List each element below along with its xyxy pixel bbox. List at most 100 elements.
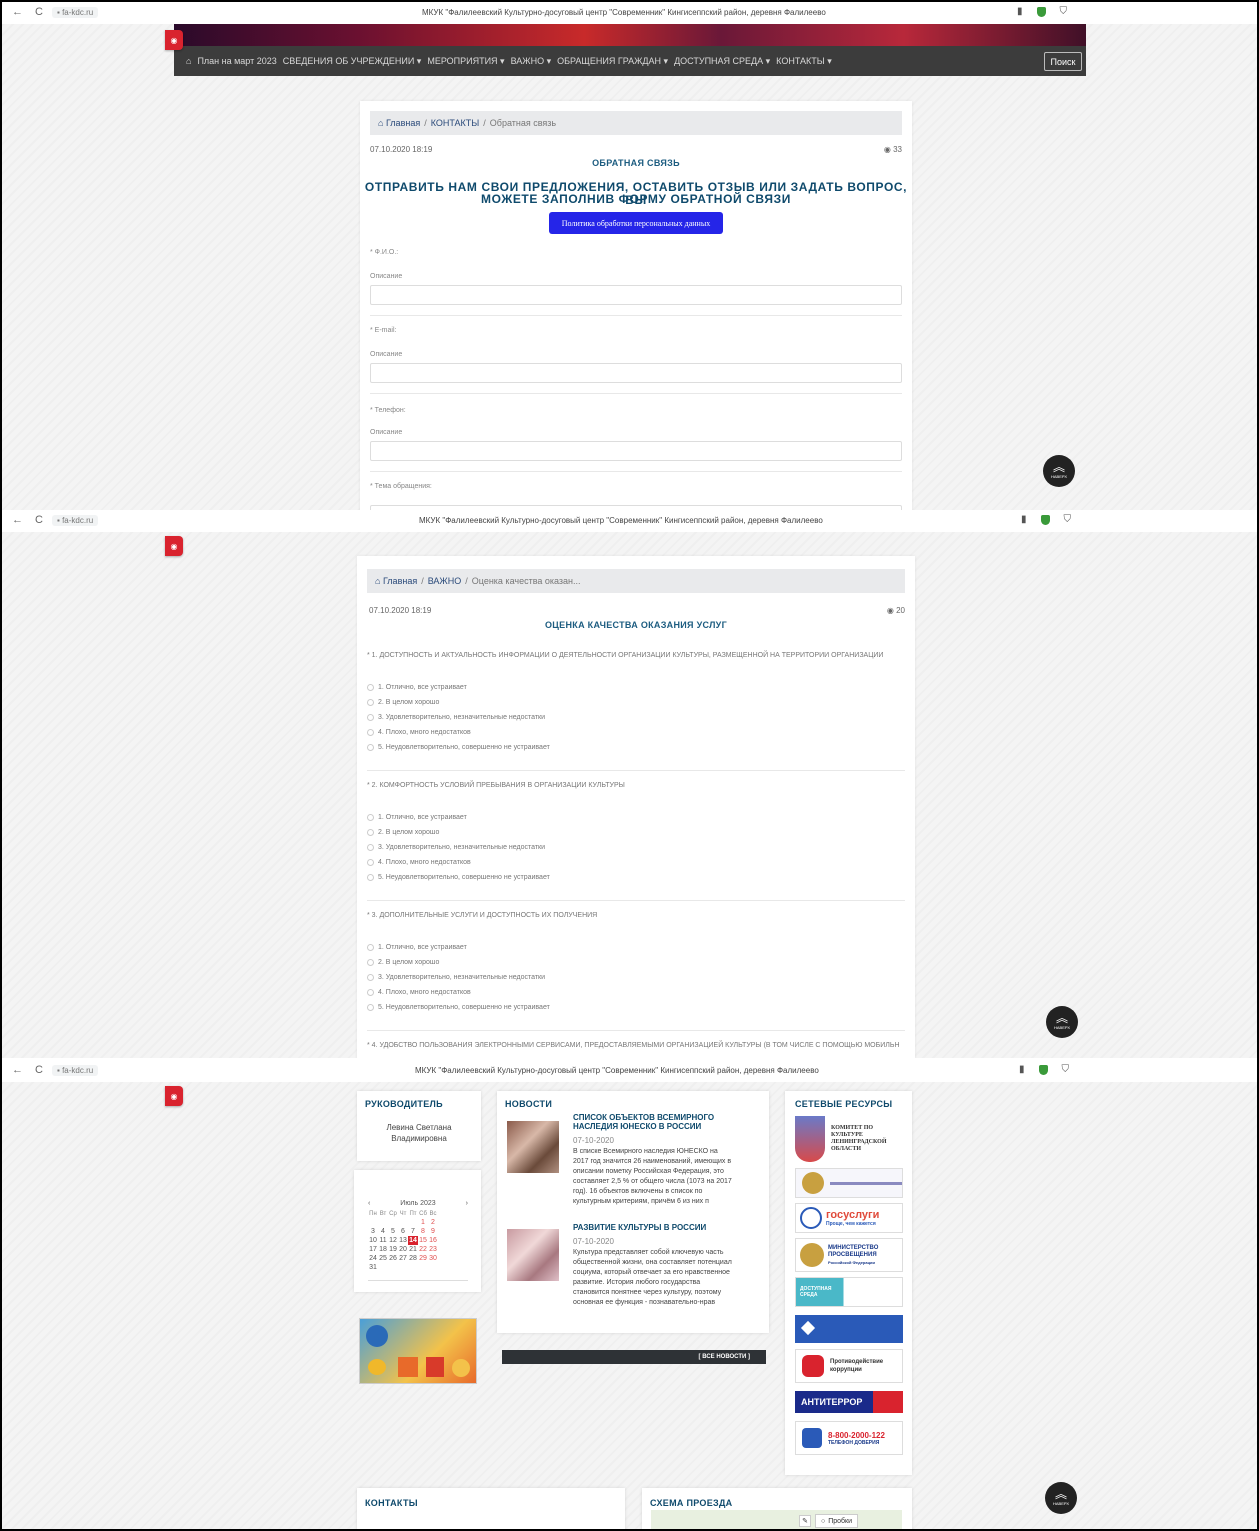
scroll-up-button[interactable]: ︽ НАВЕРХ (1046, 1006, 1078, 1038)
accessibility-eye-icon[interactable]: ◉ (165, 1086, 183, 1106)
reload-icon[interactable]: C (35, 6, 43, 18)
resource-trust-phone[interactable]: 8-800-2000-122 ТЕЛЕФОН ДОВЕРИЯ (795, 1421, 903, 1455)
calendar-day[interactable]: 28 (408, 1254, 418, 1263)
resource-dostupnaya-sreda[interactable]: ДОСТУПНАЯ СРЕДА (795, 1277, 903, 1307)
news-item-title-line1[interactable]: РАЗВИТИЕ КУЛЬТУРЫ В РОССИИ (573, 1223, 706, 1232)
bookmark-icon[interactable]: ▮ (1017, 6, 1023, 17)
shield-extension-icon[interactable] (1040, 514, 1050, 525)
q1-option-1[interactable]: 1. Отлично, все устраивает (367, 684, 467, 691)
calendar-day[interactable]: 10 (368, 1236, 378, 1245)
radio-button[interactable] (367, 859, 374, 866)
news-thumbnail[interactable] (507, 1121, 559, 1173)
calendar-day[interactable]: 19 (388, 1245, 398, 1254)
nav-item-appeals[interactable]: ОБРАЩЕНИЯ ГРАЖДАН ▾ (557, 56, 668, 67)
calendar-day[interactable]: 11 (378, 1236, 388, 1245)
radio-button[interactable] (367, 684, 374, 691)
calendar-day[interactable]: 7 (408, 1227, 418, 1236)
search-button[interactable]: Поиск (1044, 52, 1082, 71)
map-view[interactable]: ✎ ○ Пробки (651, 1510, 902, 1529)
calendar-day[interactable]: 9 (428, 1227, 438, 1236)
resource-gosuslugi[interactable]: госуслуги Проще, чем кажется (795, 1203, 903, 1233)
q2-option-1[interactable]: 1. Отлично, все устраивает (367, 814, 467, 821)
calendar-day[interactable]: 21 (408, 1245, 418, 1254)
q3-option-2[interactable]: 2. В целом хорошо (367, 959, 439, 966)
address-bar[interactable]: ▪ fa-kdc.ru (52, 1065, 99, 1076)
radio-button[interactable] (367, 874, 374, 881)
q1-option-4[interactable]: 4. Плохо, много недостатков (367, 729, 471, 736)
calendar-day[interactable]: 30 (428, 1254, 438, 1263)
calendar-day[interactable]: 20 (398, 1245, 408, 1254)
calendar-day[interactable]: 3 (368, 1227, 378, 1236)
calendar-day[interactable]: 12 (388, 1236, 398, 1245)
calendar-day[interactable]: 17 (368, 1245, 378, 1254)
calendar-day[interactable]: 1 (418, 1218, 428, 1227)
address-bar[interactable]: ▪ fa-kdc.ru (52, 7, 99, 18)
calendar-day[interactable]: 24 (368, 1254, 378, 1263)
q3-option-5[interactable]: 5. Неудовлетворительно, совершенно не ус… (367, 1004, 550, 1011)
calendar-day[interactable]: 26 (388, 1254, 398, 1263)
extension-icon[interactable]: ⛉ (1062, 1064, 1070, 1075)
radio-button[interactable] (367, 989, 374, 996)
traffic-button[interactable]: ○ Пробки (815, 1514, 859, 1528)
calendar-day[interactable]: 18 (378, 1245, 388, 1254)
resource-culture-committee[interactable]: КОМИТЕТ ПО КУЛЬТУРЕ ЛЕНИНГРАДСКОЙ ОБЛАСТИ (795, 1114, 903, 1164)
calendar-day[interactable]: 22 (418, 1245, 428, 1254)
calendar-day[interactable]: 29 (418, 1254, 428, 1263)
radio-button[interactable] (367, 744, 374, 751)
q2-option-4[interactable]: 4. Плохо, много недостатков (367, 859, 471, 866)
back-icon[interactable]: ← (12, 514, 23, 526)
radio-button[interactable] (367, 944, 374, 951)
email-input[interactable] (370, 363, 902, 383)
reload-icon[interactable]: C (35, 1064, 43, 1076)
accessibility-eye-icon[interactable]: ◉ (165, 536, 183, 556)
calendar-day[interactable]: 31 (368, 1263, 378, 1272)
nav-item-contacts[interactable]: КОНТАКТЫ ▾ (776, 56, 832, 67)
calendar-today[interactable]: 14 (408, 1236, 418, 1245)
nav-item-events[interactable]: МЕРОПРИЯТИЯ ▾ (427, 56, 504, 67)
q1-option-5[interactable]: 5. Неудовлетворительно, совершенно не ус… (367, 744, 550, 751)
radio-button[interactable] (367, 714, 374, 721)
scroll-up-button[interactable]: ︽ НАВЕРХ (1045, 1482, 1077, 1514)
radio-button[interactable] (367, 829, 374, 836)
phone-input[interactable] (370, 441, 902, 461)
q3-option-1[interactable]: 1. Отлично, все устраивает (367, 944, 467, 951)
calendar-day[interactable]: 25 (378, 1254, 388, 1263)
nav-item-about[interactable]: СВЕДЕНИЯ ОБ УЧРЕЖДЕНИИ ▾ (283, 56, 422, 67)
q2-option-3[interactable]: 3. Удовлетворительно, незначительные нед… (367, 844, 545, 851)
calendar-day[interactable]: 27 (398, 1254, 408, 1263)
privacy-policy-button[interactable]: Политика обработки персональных данных (549, 212, 723, 234)
extension-icon[interactable]: ⛉ (1064, 514, 1072, 525)
fio-input[interactable] (370, 285, 902, 305)
radio-button[interactable] (367, 959, 374, 966)
back-icon[interactable]: ← (12, 1064, 23, 1076)
nav-item-accessible[interactable]: ДОСТУПНАЯ СРЕДА ▾ (674, 56, 770, 67)
news-thumbnail[interactable] (507, 1229, 559, 1281)
all-news-button[interactable]: [ ВСЕ НОВОСТИ ] (502, 1350, 766, 1364)
scroll-up-button[interactable]: ︽ НАВЕРХ (1043, 455, 1075, 487)
calendar-day[interactable]: 2 (428, 1218, 438, 1227)
accessibility-eye-icon[interactable]: ◉ (165, 30, 183, 50)
breadcrumb-home[interactable]: ⌂ Главная (375, 576, 417, 586)
bookmark-icon[interactable]: ▮ (1019, 1064, 1025, 1075)
reload-icon[interactable]: C (35, 514, 43, 526)
news-item-title-line2[interactable]: НАСЛЕДИЯ ЮНЕСКО В РОССИИ (573, 1122, 701, 1131)
news-item-title-line1[interactable]: СПИСОК ОБЪЕКТОВ ВСЕМИРНОГО (573, 1113, 714, 1122)
ruler-icon[interactable]: ✎ (799, 1515, 811, 1527)
calendar-prev-button[interactable]: ‹ (368, 1200, 370, 1207)
breadcrumb-section[interactable]: ВАЖНО (428, 576, 462, 586)
calendar-day[interactable]: 16 (428, 1236, 438, 1245)
home-icon[interactable]: ⌂ (186, 56, 191, 66)
bookmark-icon[interactable]: ▮ (1021, 514, 1027, 525)
q1-option-2[interactable]: 2. В целом хорошо (367, 699, 439, 706)
shield-extension-icon[interactable] (1036, 6, 1046, 17)
calendar-day[interactable]: 8 (418, 1227, 428, 1236)
culture-promo-banner[interactable] (359, 1318, 477, 1384)
q3-option-3[interactable]: 3. Удовлетворительно, незначительные нед… (367, 974, 545, 981)
breadcrumb-section[interactable]: КОНТАКТЫ (431, 118, 480, 128)
address-bar[interactable]: ▪ fa-kdc.ru (52, 515, 99, 526)
calendar-day[interactable]: 13 (398, 1236, 408, 1245)
q2-option-5[interactable]: 5. Неудовлетворительно, совершенно не ус… (367, 874, 550, 881)
calendar-day[interactable]: 15 (418, 1236, 428, 1245)
resource-banner[interactable] (795, 1315, 903, 1343)
q2-option-2[interactable]: 2. В целом хорошо (367, 829, 439, 836)
